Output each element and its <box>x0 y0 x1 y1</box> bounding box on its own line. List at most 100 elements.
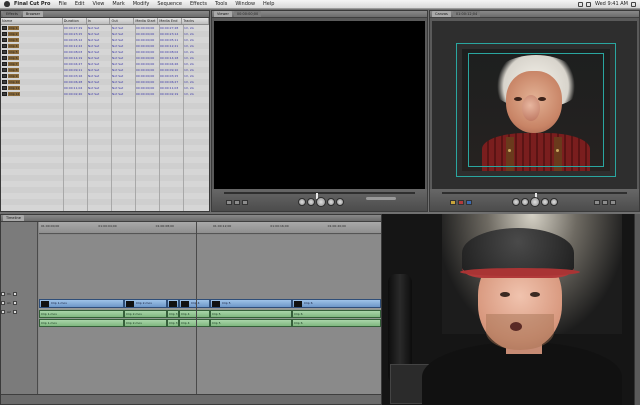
play-in-out-button[interactable] <box>521 198 529 206</box>
track-headers: V1 A1 A2 <box>1 222 38 404</box>
presenter-eye-left <box>500 292 510 297</box>
col-media-end[interactable]: Media End <box>158 18 183 24</box>
clip-thumbnail <box>294 301 302 307</box>
mark-in-button[interactable] <box>226 200 232 205</box>
clip-icon <box>2 80 7 84</box>
menubar-clock[interactable]: Wed 9:41 AM <box>595 1 628 7</box>
menu-app-name[interactable]: Final Cut Pro <box>14 1 50 7</box>
audio-clip[interactable]: Clip 2.mov <box>124 310 167 318</box>
menu-modify[interactable]: Modify <box>133 1 150 7</box>
tab-viewer[interactable]: Viewer <box>214 11 232 17</box>
viewer-transport <box>298 197 344 207</box>
audio-clip[interactable]: Clip 5 <box>210 310 292 318</box>
video-clip-label: Clip 1.mov <box>51 301 68 305</box>
audio-clip-label: Clip 5 <box>212 321 221 325</box>
audio-clip[interactable]: Clip 6 <box>292 319 381 327</box>
timeline-track-area[interactable]: Clip 1.mov Clip 1.mov Clip 1.mov Clip 2.mov… <box>39 235 381 394</box>
replace-edit-button[interactable] <box>466 200 472 205</box>
overwrite-edit-button[interactable] <box>458 200 464 205</box>
battery-icon[interactable] <box>577 1 583 7</box>
audio-clip[interactable]: Clip 1.mov <box>39 310 124 318</box>
audio-clip[interactable]: Clip 2.mov <box>124 319 167 327</box>
ruler-timecode: 01:00:04;00 <box>98 224 117 228</box>
clip-icon <box>2 86 7 90</box>
spotlight-icon[interactable] <box>631 1 636 7</box>
video-clip[interactable]: Clip 4 <box>179 299 210 308</box>
clip-thumbnail <box>169 301 177 307</box>
video-clip[interactable]: Clip 1.mov <box>39 299 124 308</box>
clip-icon <box>2 26 7 30</box>
audio-clip[interactable]: Clip 3 <box>167 319 179 327</box>
timeline-zoom-bar[interactable] <box>1 394 381 404</box>
menu-view[interactable]: View <box>93 1 105 7</box>
canvas-screen[interactable] <box>432 21 637 199</box>
viewer-screen[interactable] <box>214 21 425 199</box>
menu-window[interactable]: Window <box>235 1 255 7</box>
track-audible-toggle[interactable] <box>1 310 5 314</box>
play-around-button[interactable] <box>327 198 335 206</box>
wifi-icon[interactable] <box>585 1 591 7</box>
go-to-start-button[interactable] <box>512 198 520 206</box>
go-to-end-button[interactable] <box>336 198 344 206</box>
video-clip[interactable]: Clip 3 <box>167 299 188 308</box>
menu-effects[interactable]: Effects <box>190 1 207 7</box>
timeline-playhead[interactable] <box>196 222 197 394</box>
go-to-start-button[interactable] <box>298 198 306 206</box>
play-around-button[interactable] <box>541 198 549 206</box>
audio-clip-label: Clip 3 <box>169 312 178 316</box>
insert-edit-button[interactable] <box>450 200 456 205</box>
menu-mark[interactable]: Mark <box>112 1 124 7</box>
ruler-timecode: 01:00:08;00 <box>155 224 174 228</box>
menu-tools[interactable]: Tools <box>215 1 227 7</box>
go-to-end-button[interactable] <box>550 198 558 206</box>
tab-timeline[interactable]: Timeline <box>3 215 24 221</box>
list-item[interactable]: Clip 12 <box>1 91 33 97</box>
video-clip[interactable]: Clip 2.mov <box>124 299 167 308</box>
col-media-start[interactable]: Media Start <box>134 18 159 24</box>
video-clip-label: Clip 6 <box>304 301 313 305</box>
tab-browser[interactable]: Browser <box>22 11 44 17</box>
canvas-scrubber[interactable] <box>442 192 627 199</box>
viewer-jog-control[interactable] <box>366 197 396 200</box>
audio-clip[interactable]: Clip 4 <box>179 319 210 327</box>
col-name[interactable]: Name <box>1 18 63 24</box>
menu-file[interactable]: File <box>58 1 66 7</box>
audio-clip[interactable]: Clip 4 <box>179 310 210 318</box>
play-in-out-button[interactable] <box>307 198 315 206</box>
col-tracks[interactable]: Tracks <box>182 18 210 24</box>
track-lock-icon[interactable] <box>12 301 17 305</box>
track-lock-icon[interactable] <box>12 292 17 296</box>
viewer-timecode[interactable]: 00:00:00;00 <box>233 11 262 17</box>
mark-in-button[interactable] <box>594 200 600 205</box>
tab-canvas[interactable]: Canvas <box>432 11 451 17</box>
col-out[interactable]: Out <box>110 18 135 24</box>
viewer-scrubber[interactable] <box>224 192 415 199</box>
video-clip[interactable]: Clip 6 <box>292 299 381 308</box>
tab-effects[interactable]: Effects <box>3 11 21 17</box>
play-button[interactable] <box>316 197 326 207</box>
track-visibility-toggle[interactable] <box>1 292 5 296</box>
play-button[interactable] <box>530 197 540 207</box>
menu-edit[interactable]: Edit <box>75 1 85 7</box>
col-duration[interactable]: Duration <box>63 18 87 24</box>
audio-clip[interactable]: Clip 6 <box>292 310 381 318</box>
audio-clip[interactable]: Clip 5 <box>210 319 292 327</box>
audio-clip[interactable]: Clip 1.mov <box>39 319 124 327</box>
col-in[interactable]: In <box>87 18 111 24</box>
add-marker-button[interactable] <box>242 200 248 205</box>
menu-sequence[interactable]: Sequence <box>157 1 182 7</box>
track-lock-icon[interactable] <box>12 310 17 314</box>
clip-name: Clip 3 <box>8 38 19 42</box>
timeline-ruler[interactable]: 01:00:00;00 01:00:04;00 01:00:08;00 01:00:1… <box>39 222 381 234</box>
video-clip-label: Clip 5 <box>222 301 231 305</box>
clip-icon <box>2 50 7 54</box>
audio-clip[interactable]: Clip 3 <box>167 310 179 318</box>
apple-menu-icon[interactable] <box>4 1 10 7</box>
canvas-timecode[interactable]: 01:00:12;04 <box>452 11 481 17</box>
video-clip[interactable]: Clip 5 <box>210 299 292 308</box>
track-audible-toggle[interactable] <box>1 301 5 305</box>
mark-out-button[interactable] <box>234 200 240 205</box>
menu-help[interactable]: Help <box>263 1 274 7</box>
add-marker-button[interactable] <box>610 200 616 205</box>
mark-out-button[interactable] <box>602 200 608 205</box>
